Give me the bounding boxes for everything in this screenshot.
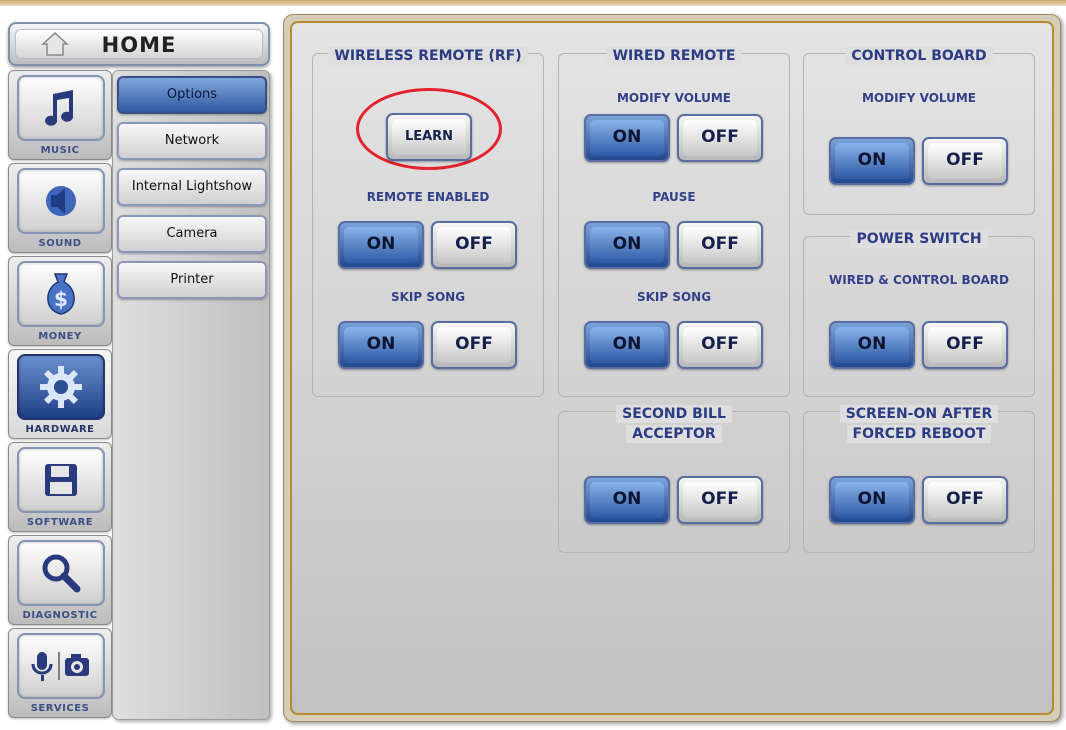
remote-enabled-on-button[interactable]: ON [338,221,424,269]
home-label: HOME [101,33,177,57]
second-bill-off-button[interactable]: OFF [677,476,763,524]
remote-enabled-off-button[interactable]: OFF [431,221,517,269]
magnifier-icon [17,540,105,606]
category-services-button[interactable]: SERVICES [8,628,112,718]
category-hardware-button[interactable]: HARDWARE [8,349,112,439]
wired-skip-song-off-button[interactable]: OFF [677,321,763,369]
category-label: HARDWARE [25,424,95,435]
screen-on-on-button[interactable]: ON [829,476,915,524]
remote-enabled-label: REMOTE ENABLED [366,190,490,204]
wired-control-board-label: WIRED & CONTROL BOARD [829,273,1009,287]
submenu-camera[interactable]: Camera [117,215,267,253]
speaker-icon [17,168,105,234]
category-label: SERVICES [30,703,90,714]
top-border [0,0,1066,6]
skip-song-label: SKIP SONG [390,290,466,304]
wireless-skip-song-off-button[interactable]: OFF [431,321,517,369]
wired-volume-on-button[interactable]: ON [584,114,670,162]
submenu-options[interactable]: Options [117,76,267,114]
power-switch-group: POWER SWITCH WIRED & CONTROL BOARD ON OF… [803,230,1035,397]
floppy-disk-icon [17,447,105,513]
category-sidebar: MUSIC SOUND $ MONEY HARDWARE SOFTWARE DI… [4,70,112,720]
gear-icon [17,354,105,420]
wireless-remote-title: WIRELESS REMOTE (RF) [313,45,543,65]
category-label: SOFTWARE [26,517,94,528]
screen-on-off-button[interactable]: OFF [922,476,1008,524]
wireless-skip-song-on-button[interactable]: ON [338,321,424,369]
second-bill-acceptor-title: SECOND BILL ACCEPTOR [559,403,789,443]
modify-volume-label: MODIFY VOLUME [861,91,976,105]
skip-song-label: SKIP SONG [636,290,712,304]
second-bill-on-button[interactable]: ON [584,476,670,524]
control-volume-off-button[interactable]: OFF [922,137,1008,185]
category-money-button[interactable]: $ MONEY [8,256,112,346]
submenu-network[interactable]: Network [117,122,267,160]
money-bag-icon: $ [17,261,105,327]
wired-remote-title: WIRED REMOTE [559,45,789,65]
mic-camera-icon [17,633,105,699]
control-board-title: CONTROL BOARD [804,45,1034,65]
category-software-button[interactable]: SOFTWARE [8,442,112,532]
main-panel-inner: WIRELESS REMOTE (RF) LEARN REMOTE ENABLE… [290,21,1054,715]
screen-on-after-reboot-title: SCREEN-ON AFTER FORCED REBOOT [804,403,1034,443]
category-music-button[interactable]: MUSIC [8,70,112,160]
category-label: MONEY [38,331,82,342]
power-switch-on-button[interactable]: ON [829,321,915,369]
second-bill-acceptor-group: SECOND BILL ACCEPTOR ON OFF [558,405,790,553]
main-panel: WIRELESS REMOTE (RF) LEARN REMOTE ENABLE… [283,14,1061,722]
wired-skip-song-on-button[interactable]: ON [584,321,670,369]
home-button[interactable]: HOME [8,22,270,66]
wireless-remote-group: WIRELESS REMOTE (RF) LEARN REMOTE ENABLE… [312,47,544,397]
submenu-panel: Options Network Internal Lightshow Camer… [112,70,270,720]
wired-pause-off-button[interactable]: OFF [677,221,763,269]
power-switch-off-button[interactable]: OFF [922,321,1008,369]
pause-label: PAUSE [652,190,696,204]
svg-text:$: $ [54,287,68,311]
modify-volume-label: MODIFY VOLUME [616,91,731,105]
wired-volume-off-button[interactable]: OFF [677,114,763,162]
wired-remote-group: WIRED REMOTE MODIFY VOLUME ON OFF PAUSE … [558,47,790,397]
screen-on-after-reboot-group: SCREEN-ON AFTER FORCED REBOOT ON OFF [803,405,1035,553]
control-volume-on-button[interactable]: ON [829,137,915,185]
power-switch-title: POWER SWITCH [804,228,1034,248]
learn-button[interactable]: LEARN [386,113,472,161]
category-label: DIAGNOSTIC [22,610,98,621]
music-icon [17,75,105,141]
submenu-printer[interactable]: Printer [117,261,267,299]
category-label: SOUND [38,238,82,249]
submenu-internal-lightshow[interactable]: Internal Lightshow [117,168,267,206]
wired-pause-on-button[interactable]: ON [584,221,670,269]
control-board-group: CONTROL BOARD MODIFY VOLUME ON OFF [803,47,1035,215]
category-sound-button[interactable]: SOUND [8,163,112,253]
category-label: MUSIC [40,145,80,156]
category-diagnostic-button[interactable]: DIAGNOSTIC [8,535,112,625]
